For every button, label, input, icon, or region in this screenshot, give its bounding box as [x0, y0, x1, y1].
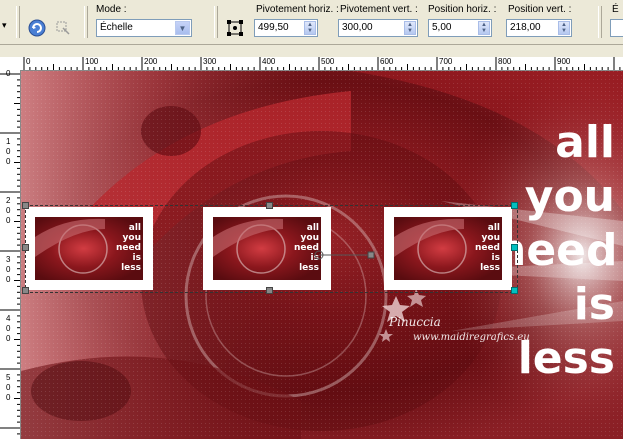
ruler-left-label: 2	[6, 196, 11, 205]
cut-label: É	[612, 4, 619, 15]
tool-options-toolbar: ▾ Mode : Échelle ▼ Pivotement horiz. : 4…	[0, 0, 623, 45]
spin-arrows-icon[interactable]: ▲ ▼	[558, 21, 570, 35]
mode-label: Mode :	[96, 4, 127, 15]
ruler-left-label: 0	[6, 157, 11, 166]
ruler-left-label: 0	[6, 383, 11, 392]
ruler-left-label: 5	[6, 373, 11, 382]
spin-arrows-icon[interactable]: ▲ ▼	[404, 21, 416, 35]
ruler-left-label: 0	[6, 70, 11, 78]
ruler-top-label: 900	[557, 57, 571, 66]
pivot-h-input[interactable]: 499,50 ▲ ▼	[254, 19, 318, 37]
pivot-h-value: 499,50	[258, 22, 289, 33]
pivot-v-input[interactable]: 300,00 ▲ ▼	[338, 19, 418, 37]
ruler-top-label: 100	[85, 57, 99, 66]
image-canvas[interactable]: all you need is less Pinuccia www.maidir…	[21, 71, 623, 439]
cut-input[interactable]	[610, 19, 623, 37]
spin-arrows-icon[interactable]: ▲ ▼	[478, 21, 490, 35]
ruler-horizontal: 0 100 200 300 400 500 600 700 800 900	[0, 57, 623, 71]
ruler-left-label: 0	[6, 206, 11, 215]
workspace-strip	[0, 45, 623, 57]
watermark-url: www.maidiregrafics.eu	[413, 332, 530, 343]
ruler-left-label: 0	[6, 324, 11, 333]
ruler-top-label: 200	[144, 57, 158, 66]
mode-select[interactable]: Échelle ▼	[96, 19, 192, 37]
pivot-v-label: Pivotement vert. :	[340, 4, 418, 15]
ruler-left-label: 0	[6, 275, 11, 284]
selection-handle[interactable]	[266, 287, 273, 294]
selection-handle[interactable]	[22, 287, 29, 294]
ruler-left-label: 0	[6, 147, 11, 156]
ruler-top-label: 600	[380, 57, 394, 66]
pivot-point-icon[interactable]	[224, 17, 246, 39]
ruler-left-label: 0	[6, 393, 11, 402]
pos-h-label: Position horiz. :	[428, 4, 497, 15]
ruler-vertical: 0100200300400500	[0, 70, 21, 439]
toolbar-grip	[84, 6, 88, 38]
toolbar-grip	[16, 6, 20, 38]
ruler-top-label: 700	[439, 57, 453, 66]
selection-handle[interactable]	[22, 202, 29, 209]
selection-handle[interactable]	[22, 244, 29, 251]
watermark-name: Pinuccia	[389, 315, 441, 329]
ruler-left-label: 4	[6, 314, 11, 323]
ruler-top-label: 800	[498, 57, 512, 66]
spin-arrows-icon[interactable]: ▲ ▼	[304, 21, 316, 35]
pos-v-value: 218,00	[510, 22, 541, 33]
pivot-v-value: 300,00	[342, 22, 373, 33]
apply-icon[interactable]	[52, 17, 74, 39]
ruler-left-label: 0	[6, 265, 11, 274]
pos-h-input[interactable]: 5,00 ▲ ▼	[428, 19, 492, 37]
pivot-h-label: Pivotement horiz. :	[256, 4, 339, 15]
pos-v-label: Position vert. :	[508, 4, 572, 15]
pos-h-value: 5,00	[432, 22, 452, 33]
mode-select-value: Échelle	[100, 22, 133, 33]
pos-v-input[interactable]: 218,00 ▲ ▼	[506, 19, 572, 37]
selection-bounding-box[interactable]	[25, 205, 518, 293]
text-less: less	[517, 333, 615, 384]
ruler-top-label: 400	[262, 57, 276, 66]
toolbar-grip	[214, 6, 218, 38]
text-all: all	[555, 117, 615, 168]
toolbar-grip	[598, 6, 602, 38]
reset-icon[interactable]	[26, 17, 48, 39]
toolbar-dropdown-arrow[interactable]: ▾	[2, 20, 7, 31]
selection-handle[interactable]	[511, 287, 518, 294]
ruler-left-label: 0	[6, 334, 11, 343]
selection-handle[interactable]	[266, 202, 273, 209]
ruler-left-label: 3	[6, 255, 11, 264]
chevron-down-icon[interactable]: ▼	[175, 21, 190, 35]
selection-handle[interactable]	[511, 244, 518, 251]
selection-handle[interactable]	[511, 202, 518, 209]
ruler-top-label: 300	[203, 57, 217, 66]
ruler-left-label: 1	[6, 137, 11, 146]
ruler-left-label: 0	[6, 216, 11, 225]
ruler-top-label: 500	[321, 57, 335, 66]
ruler-top-label: 0	[26, 57, 31, 66]
